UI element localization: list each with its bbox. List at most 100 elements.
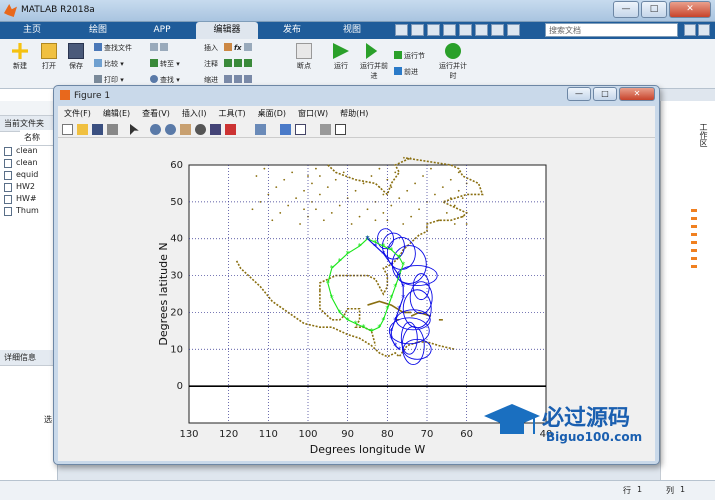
menu-file[interactable]: 文件(F) [58,106,97,121]
blue-track-point: * [381,249,385,258]
run-time-button[interactable]: 运行并计时 [438,43,468,81]
minimize-button[interactable]: — [613,1,639,18]
link-plot-icon[interactable] [255,124,266,135]
open-button[interactable]: 打开 [37,43,61,71]
land-dot [287,204,290,207]
cut-icon[interactable] [411,24,424,36]
colorbar-icon[interactable] [280,124,291,135]
compare-button[interactable]: 比较 ▾ [94,59,124,69]
search-docs-input[interactable]: 搜索文档 [545,23,678,37]
comment-icons[interactable] [224,59,254,68]
tab-apps[interactable]: APP [136,22,188,39]
community-icon[interactable] [698,24,710,36]
copy-icon[interactable] [427,24,440,36]
x-tick-label: 70 [421,429,434,440]
menu-desktop[interactable]: 桌面(D) [252,106,292,121]
maximize-button[interactable]: □ [641,1,667,18]
figure-minimize-button[interactable]: — [567,87,591,101]
blue-track-point: * [373,242,377,251]
code-analyzer-marks[interactable] [691,209,697,269]
col-value: 1 [680,485,686,494]
close-button[interactable]: ✕ [669,1,711,18]
figure-maximize-button[interactable]: □ [593,87,617,101]
land-dot [299,223,301,225]
pan-hand-icon[interactable] [180,124,191,135]
land-dot [303,208,305,211]
new-button[interactable]: 新建 [8,43,32,71]
dock-figure-icon[interactable] [335,124,346,135]
menu-tools[interactable]: 工具(T) [212,106,251,121]
tab-plots[interactable]: 绘图 [72,22,124,39]
workspace-label[interactable]: 工作区 [698,123,709,147]
new-figure-icon[interactable] [62,124,73,135]
comment-button[interactable]: 注释 [204,59,218,69]
list-item[interactable]: Thum [4,205,39,217]
land-dot [271,219,274,222]
land-dot [457,189,460,192]
list-item[interactable]: clean [4,157,39,169]
col-label: 列 [666,486,674,495]
save-figure-icon[interactable] [92,124,103,135]
run-button[interactable]: 运行 [328,43,354,71]
menu-help[interactable]: 帮助(H) [334,106,374,121]
menu-window[interactable]: 窗口(W) [292,106,334,121]
save-small-icon[interactable] [395,24,408,36]
green-track-point: * [346,316,350,325]
redo-icon[interactable] [475,24,488,36]
rotate-3d-icon[interactable] [195,124,206,135]
switch-window-icon[interactable] [491,24,504,36]
run-advance-button[interactable]: 运行并前进 [360,43,388,81]
land-dot [315,208,317,211]
find-button[interactable]: 查找 ▾ [150,75,180,85]
menu-edit[interactable]: 编辑(E) [97,106,136,121]
x-tick-label: 110 [259,429,278,440]
plus-icon [12,43,28,59]
insert-icons[interactable]: fx [224,43,254,52]
watermark: 必过源码 Biguo100.com [478,398,678,450]
print-figure-icon[interactable] [107,124,118,135]
x-tick-label: 130 [179,429,198,440]
main-title-bar: MATLAB R2018a — □ ✕ [0,0,715,22]
app-title: MATLAB R2018a [21,5,95,15]
save-button[interactable]: 保存 [64,43,88,71]
menu-insert[interactable]: 插入(I) [176,106,213,121]
tab-editor[interactable]: 编辑器 [196,22,258,39]
goto-button[interactable]: 转至 ▾ [150,59,180,69]
land-dot [283,178,286,181]
insert-button[interactable]: 插入 [204,43,218,53]
indent-button[interactable]: 缩进 [204,75,218,85]
brush-icon[interactable] [225,124,236,135]
zoom-in-icon[interactable] [150,124,161,135]
data-cursor-icon[interactable] [210,124,221,135]
open-file-icon[interactable] [77,124,88,135]
list-item[interactable]: HW2 [4,181,39,193]
indent-icons[interactable] [224,75,254,84]
find-files-button[interactable]: 查找文件 [94,43,132,53]
land-dot [251,208,254,211]
tab-publish[interactable]: 发布 [266,22,318,39]
land-dot [438,219,440,222]
help-icon[interactable] [507,24,520,36]
list-item[interactable]: HW# [4,193,39,205]
list-item[interactable]: clean [4,145,39,157]
print-button[interactable]: 打印 ▾ [94,75,124,85]
tab-view[interactable]: 视图 [326,22,378,39]
nav-arrows[interactable] [150,43,170,52]
zoom-out-icon[interactable] [165,124,176,135]
legend-icon[interactable] [295,124,306,135]
figure-close-button[interactable]: ✕ [619,87,655,101]
advance-button[interactable]: 前进 [394,67,418,77]
menu-view[interactable]: 查看(V) [136,106,176,121]
hide-tools-icon[interactable] [320,124,331,135]
undo-icon[interactable] [459,24,472,36]
paste-icon[interactable] [443,24,456,36]
run-section-button[interactable]: 运行节 [394,51,425,61]
printer-icon [94,75,102,83]
breakpoints-button[interactable]: 断点 [290,43,318,71]
tab-home[interactable]: 主页 [8,22,56,39]
search-icon[interactable] [684,24,696,36]
pointer-icon[interactable] [130,124,139,135]
green-track-point: * [362,323,366,332]
land-dot [370,175,373,177]
list-item[interactable]: equid [4,169,39,181]
